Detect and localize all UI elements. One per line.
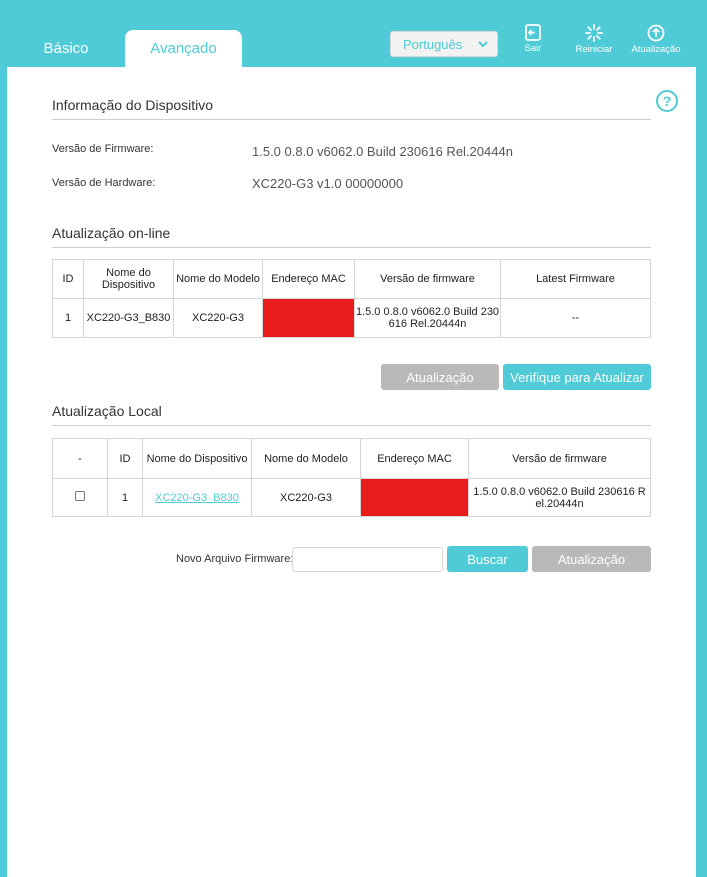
device-name-link[interactable]: XC220-G3_B830 bbox=[155, 492, 239, 504]
row-id: 1 bbox=[52, 298, 84, 338]
row-checkbox[interactable] bbox=[75, 491, 85, 501]
column-header: ID bbox=[107, 438, 143, 479]
table-row: 1 XC220-G3_B830 XC220-G3 1.5.0 0.8.0 v60… bbox=[52, 298, 651, 338]
column-header: Versão de firmware bbox=[468, 438, 651, 479]
hardware-version-value: XC220-G3 v1.0 00000000 bbox=[252, 176, 404, 191]
row-mac-redacted bbox=[360, 478, 469, 517]
row-firmware-version: 1.5.0 0.8.0 v6062.0 Build 230 616 Rel.20… bbox=[354, 298, 501, 338]
column-header: Nome do Dispositivo bbox=[83, 259, 174, 299]
row-model-name: XC220-G3 bbox=[173, 298, 263, 338]
firmware-version-label: Versão de Firmware: bbox=[52, 143, 154, 155]
column-header: Nome do Dispositivo bbox=[142, 438, 252, 479]
row-mac-redacted bbox=[262, 298, 355, 338]
online-update-title: Atualização on-line bbox=[52, 225, 651, 248]
chevron-down-icon bbox=[478, 41, 488, 48]
row-select-cell bbox=[52, 478, 108, 517]
column-header: Latest Firmware bbox=[500, 259, 651, 299]
check-for-update-button[interactable]: Verifique para Atualizar bbox=[503, 364, 651, 390]
logout-button[interactable]: Sair bbox=[518, 24, 548, 54]
new-firmware-file-label: Novo Arquivo Firmware: bbox=[176, 553, 294, 565]
hardware-version-label: Versão de Hardware: bbox=[52, 177, 156, 189]
row-device-name: XC220-G3_B830 bbox=[83, 298, 174, 338]
firmware-file-input[interactable] bbox=[292, 547, 443, 572]
column-header: Versão de firmware bbox=[354, 259, 501, 299]
column-header: Endereço MAC bbox=[262, 259, 355, 299]
column-header: - bbox=[52, 438, 108, 479]
online-update-button[interactable]: Atualização bbox=[381, 364, 499, 390]
logout-label: Sair bbox=[524, 43, 542, 54]
logout-icon bbox=[525, 24, 541, 41]
row-firmware-version: 1.5.0 0.8.0 v6062.0 Build 230616 R el.20… bbox=[468, 478, 651, 517]
reboot-label: Reiniciar bbox=[575, 44, 613, 55]
reboot-icon bbox=[585, 24, 603, 42]
row-latest-firmware: -- bbox=[500, 298, 651, 338]
firmware-update-label: Atualização bbox=[631, 44, 681, 55]
upload-icon bbox=[647, 24, 665, 42]
column-header: ID bbox=[52, 259, 84, 299]
local-update-title: Atualização Local bbox=[52, 403, 651, 426]
language-select[interactable]: Português bbox=[390, 31, 498, 57]
table-header-row: ID Nome do Dispositivo Nome do Modelo En… bbox=[52, 259, 651, 299]
firmware-update-button[interactable]: Atualização bbox=[627, 24, 685, 55]
row-id: 1 bbox=[107, 478, 143, 517]
device-info-title: Informação do Dispositivo bbox=[52, 97, 651, 120]
table-row: 1 XC220-G3_B830 XC220-G3 1.5.0 0.8.0 v60… bbox=[52, 478, 651, 517]
help-icon[interactable]: ? bbox=[656, 90, 678, 112]
column-header: Endereço MAC bbox=[360, 438, 469, 479]
tab-advanced[interactable]: Avançado bbox=[125, 30, 242, 67]
firmware-version-value: 1.5.0 0.8.0 v6062.0 Build 230616 Rel.204… bbox=[252, 144, 513, 159]
table-header-row: - ID Nome do Dispositivo Nome do Modelo … bbox=[52, 438, 651, 479]
local-update-button[interactable]: Atualização bbox=[532, 546, 651, 572]
browse-button[interactable]: Buscar bbox=[447, 546, 528, 572]
column-header: Nome do Modelo bbox=[173, 259, 263, 299]
language-select-value: Português bbox=[403, 36, 463, 52]
column-header: Nome do Modelo bbox=[251, 438, 361, 479]
tab-basic[interactable]: Básico bbox=[26, 30, 106, 67]
online-update-table: ID Nome do Dispositivo Nome do Modelo En… bbox=[52, 259, 651, 338]
local-update-table: - ID Nome do Dispositivo Nome do Modelo … bbox=[52, 438, 651, 517]
reboot-button[interactable]: Reiniciar bbox=[571, 24, 617, 55]
row-model-name: XC220-G3 bbox=[251, 478, 361, 517]
row-device-name-cell: XC220-G3_B830 bbox=[142, 478, 252, 517]
